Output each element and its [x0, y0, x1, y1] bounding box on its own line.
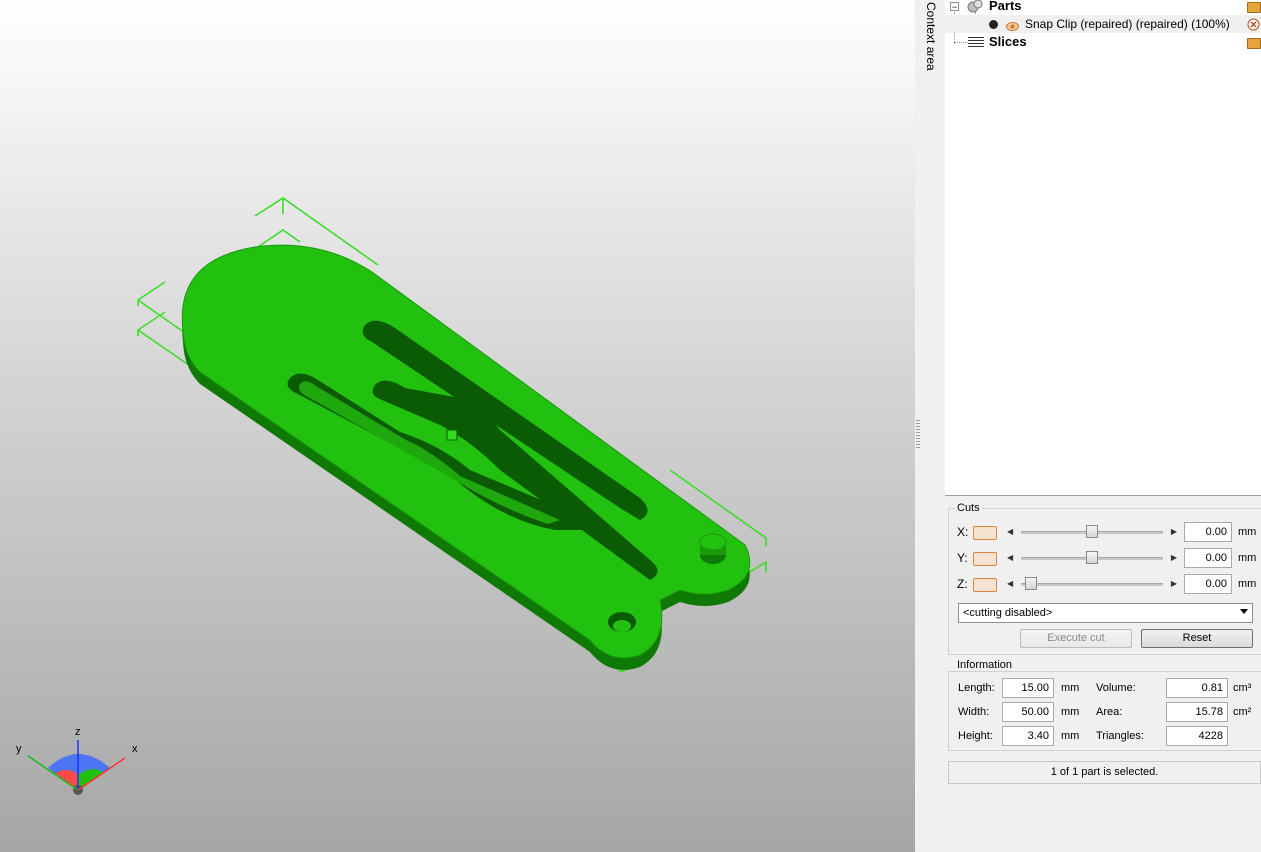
- information-title: Information: [955, 659, 1015, 671]
- cut-mode-value: <cutting disabled>: [963, 607, 1053, 619]
- cut-x-input[interactable]: 0.00: [1184, 522, 1232, 542]
- tree-item-slices[interactable]: Slices: [945, 33, 1261, 51]
- slices-icon: [968, 37, 984, 48]
- execute-cut-button[interactable]: Execute cut: [1020, 629, 1132, 648]
- collapse-toggle[interactable]: −: [950, 2, 959, 12]
- volume-unit: cm³: [1233, 682, 1252, 694]
- height-value: 3.40: [1002, 726, 1054, 746]
- slider-thumb[interactable]: [1086, 525, 1098, 538]
- slider-left-arrow-icon[interactable]: ◀: [1007, 579, 1013, 588]
- cut-z-input[interactable]: 0.00: [1184, 574, 1232, 594]
- context-area-tab[interactable]: Context area: [924, 2, 938, 72]
- model-render[interactable]: [0, 0, 915, 852]
- cut-x-unit: mm: [1238, 526, 1257, 538]
- visibility-dot-icon[interactable]: [989, 20, 998, 29]
- cut-mode-select[interactable]: <cutting disabled>: [958, 603, 1253, 623]
- snap-clip-model[interactable]: [181, 244, 751, 670]
- cut-y-input[interactable]: 0.00: [1184, 548, 1232, 568]
- slices-label: Slices: [989, 34, 1027, 49]
- 3d-viewport[interactable]: z x y: [0, 0, 915, 852]
- cut-y-label: Y:: [957, 551, 968, 565]
- cuts-title: Cuts: [955, 502, 982, 514]
- axis-z-label: z: [75, 726, 81, 738]
- triangles-label: Triangles:: [1096, 730, 1144, 742]
- slider-right-arrow-icon[interactable]: ▶: [1171, 553, 1177, 562]
- volume-label: Volume:: [1096, 682, 1136, 694]
- axis-gizmo: [27, 740, 126, 795]
- tree-item-part[interactable]: Snap Clip (repaired) (repaired) (100%): [945, 15, 1261, 33]
- parts-label: Parts: [989, 0, 1022, 13]
- selection-status: 1 of 1 part is selected.: [948, 761, 1261, 784]
- length-label: Length:: [958, 682, 995, 694]
- tree-item-parts[interactable]: − Parts: [945, 0, 1261, 15]
- properties-panel: Cuts X: ◀ ▶ 0.00 mm Y: ◀ ▶ 0.00 mm Z: ◀ …: [945, 496, 1261, 852]
- cut-z-toggle[interactable]: [973, 578, 997, 592]
- parts-icon: [967, 0, 983, 13]
- length-value: 15.00: [1002, 678, 1054, 698]
- axis-y-label: y: [16, 743, 22, 755]
- cut-z-label: Z:: [957, 577, 968, 591]
- axis-x-label: x: [132, 743, 138, 755]
- open-folder-icon[interactable]: [1247, 38, 1261, 49]
- chevron-down-icon: [1240, 609, 1248, 614]
- slider-thumb[interactable]: [1025, 577, 1037, 590]
- height-unit: mm: [1061, 730, 1080, 742]
- area-label: Area:: [1096, 706, 1123, 718]
- length-unit: mm: [1061, 682, 1080, 694]
- object-tree[interactable]: − Parts Snap Clip (repaired) (repaired) …: [945, 0, 1261, 496]
- cut-y-toggle[interactable]: [973, 552, 997, 566]
- part-label: Snap Clip (repaired) (repaired) (100%): [1025, 17, 1230, 31]
- open-folder-icon[interactable]: [1247, 2, 1261, 13]
- area-value: 15.78: [1166, 702, 1228, 722]
- slider-right-arrow-icon[interactable]: ▶: [1171, 579, 1177, 588]
- slider-right-arrow-icon[interactable]: ▶: [1171, 527, 1177, 536]
- width-value: 50.00: [1002, 702, 1054, 722]
- cut-x-label: X:: [957, 525, 969, 539]
- cut-y-slider[interactable]: ◀ ▶: [1007, 550, 1177, 566]
- splitter-grip[interactable]: [916, 420, 920, 450]
- width-unit: mm: [1061, 706, 1080, 718]
- area-unit: cm²: [1233, 706, 1252, 718]
- triangles-value: 4228: [1166, 726, 1228, 746]
- cut-z-unit: mm: [1238, 578, 1257, 590]
- slider-thumb[interactable]: [1086, 551, 1098, 564]
- context-area-label: Context area: [924, 2, 938, 71]
- cut-z-slider[interactable]: ◀ ▶: [1007, 576, 1177, 592]
- pivot-marker[interactable]: [446, 429, 458, 441]
- volume-value: 0.81: [1166, 678, 1228, 698]
- cut-x-slider[interactable]: ◀ ▶: [1007, 524, 1177, 540]
- cut-x-toggle[interactable]: [973, 526, 997, 540]
- width-label: Width:: [958, 706, 990, 718]
- height-label: Height:: [958, 730, 993, 742]
- cut-y-unit: mm: [1238, 552, 1257, 564]
- reset-button[interactable]: Reset: [1141, 629, 1253, 648]
- slider-left-arrow-icon[interactable]: ◀: [1007, 527, 1013, 536]
- slider-left-arrow-icon[interactable]: ◀: [1007, 553, 1013, 562]
